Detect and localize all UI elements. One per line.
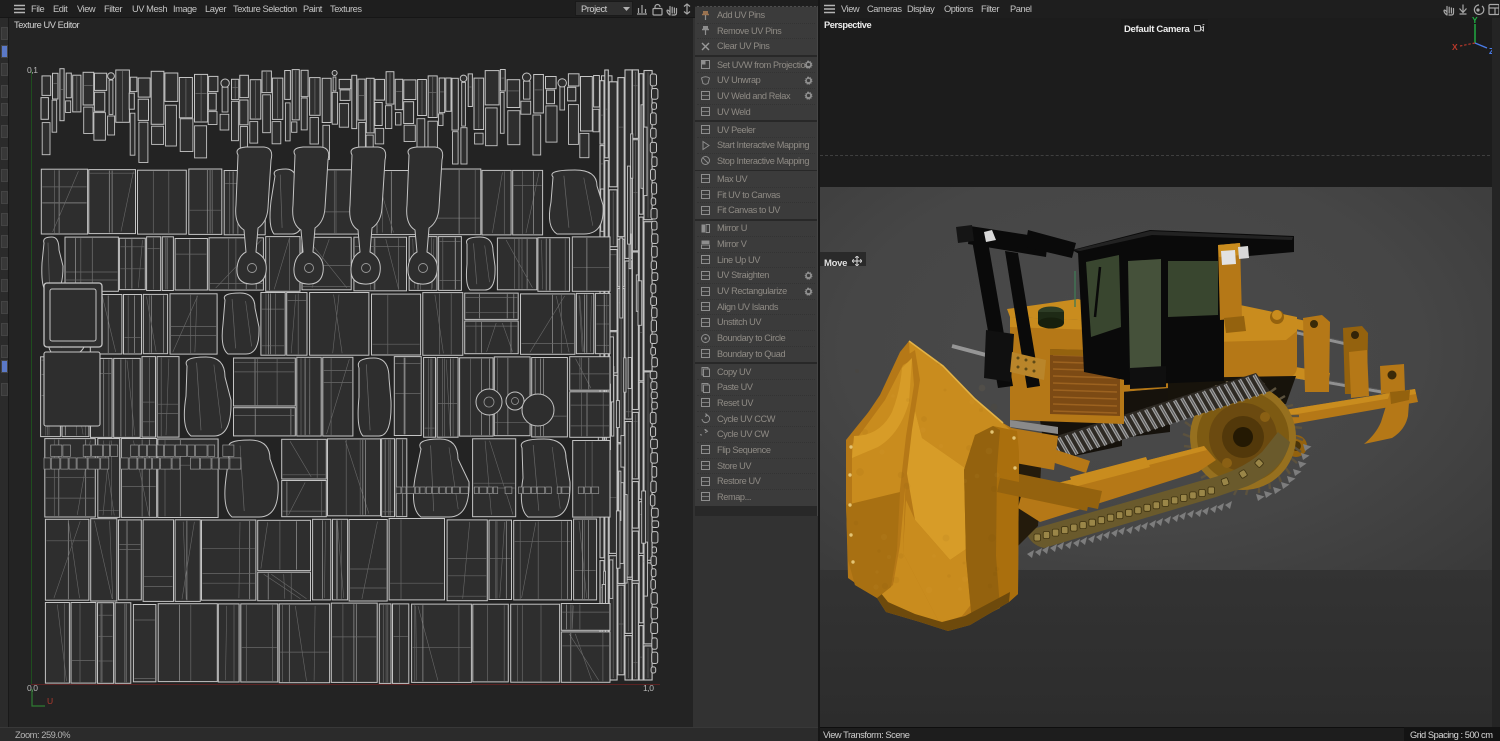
svg-text:U: U (47, 696, 53, 706)
